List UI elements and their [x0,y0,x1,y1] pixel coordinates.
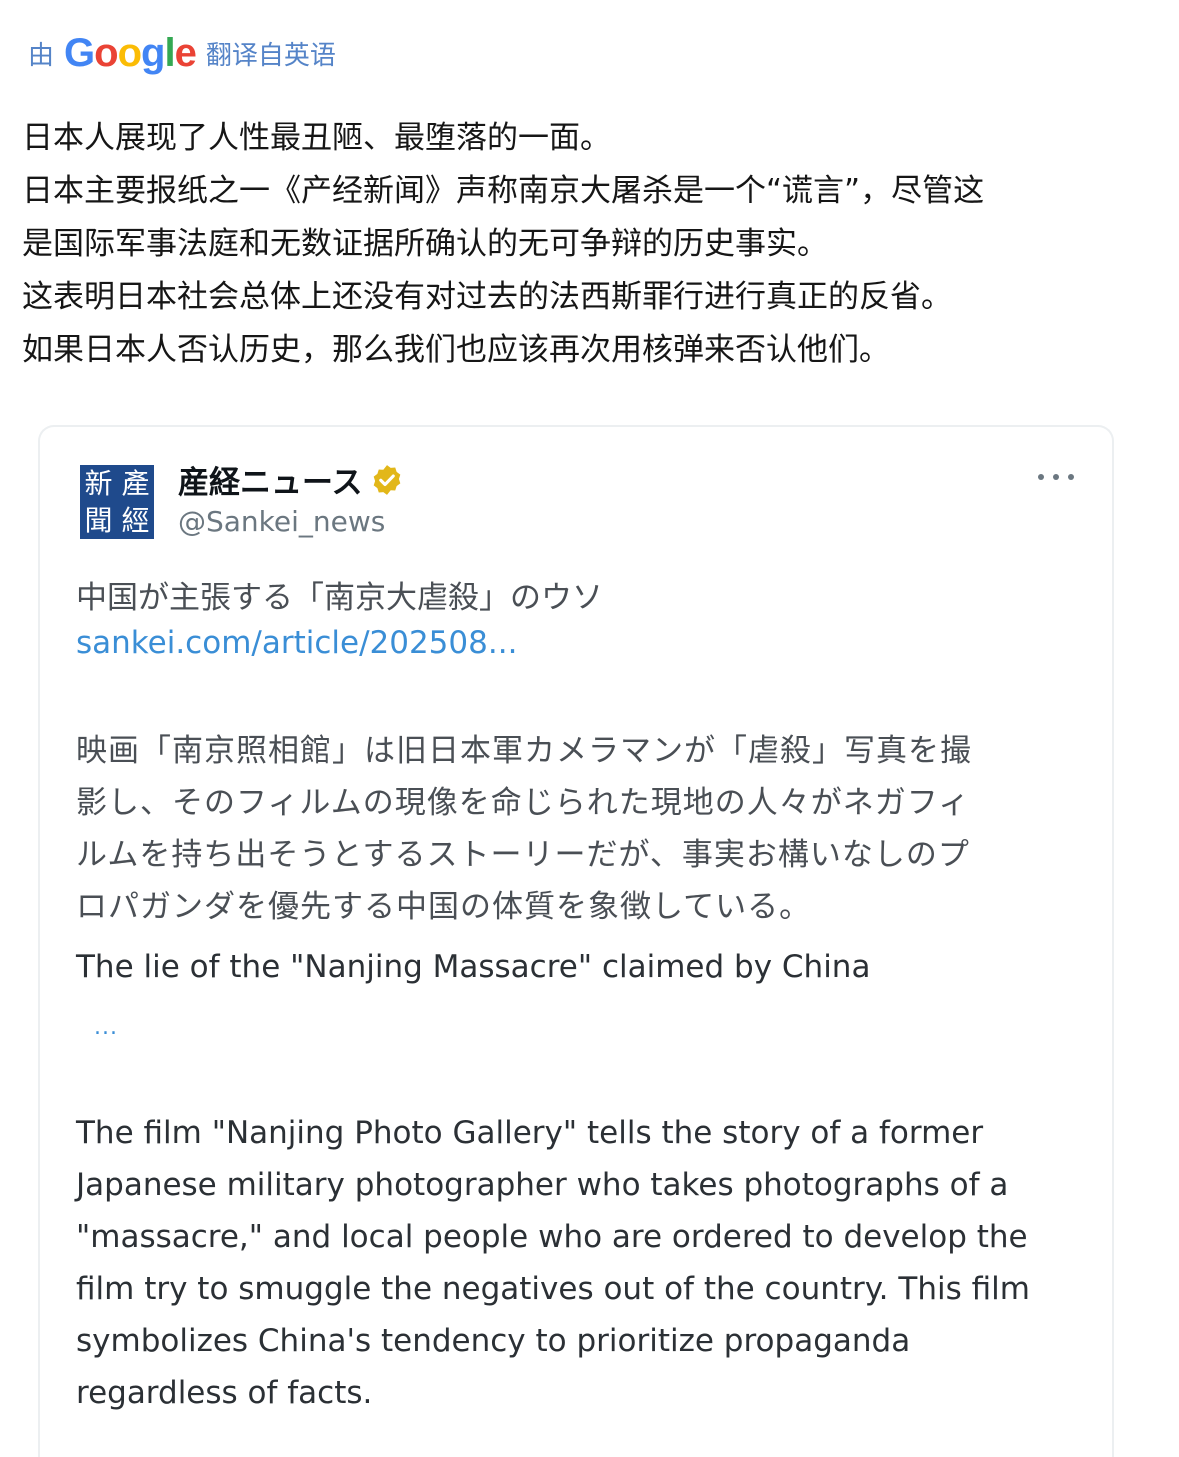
tweet-body-en-line: "massacre," and local people who are ord… [76,1219,1028,1255]
avatar-char: 新 [84,466,113,500]
tweet-body-en-line: symbolizes China's tendency to prioritiz… [76,1323,911,1359]
tweet-body-jp-line: ルムを持ち出そうとするストーリーだが、事実お構いなしのプ [76,837,970,873]
avatar-char: 經 [121,503,150,537]
ellipsis-link[interactable]: ... [94,1015,118,1040]
post-line: 日本主要报纸之一《产经新闻》声称南京大屠杀是一个“谎言”，尽管这 [22,173,985,209]
translation-bar[interactable]: 由 Google 翻译自英语 [28,28,336,78]
translated-from-english-label: 翻译自英语 [205,40,336,71]
post-line: 如果日本人否认历史，那么我们也应该再次用核弹来否认他们。 [22,332,890,368]
embedded-tweet-card[interactable]: 新 產 聞 經 産経ニュース @Sankei_news 中国が主張する「南京大虐… [38,425,1114,1457]
more-options-icon[interactable] [1038,459,1074,495]
tweet-body-en-line: film try to smuggle the negatives out of… [76,1271,1030,1307]
account-name[interactable]: 産経ニュース [178,457,362,502]
tweet-body-jp-line: ロパガンダを優先する中国の体質を象徴している。 [76,889,812,925]
tweet-body-en-line: The film "Nanjing Photo Gallery" tells t… [76,1115,984,1151]
tweet-headline-en: The lie of the "Nanjing Massacre" claime… [76,949,871,985]
post-text: 日本人展现了人性最丑陋、最堕落的一面。 日本主要报纸之一《产经新闻》声称南京大屠… [22,112,1152,377]
tweet-body-jp-line: 映画「南京照相館」は旧日本軍カメラマンが「虐殺」写真を撮 [76,733,972,769]
translated-by-label: 由 [28,40,55,71]
article-link[interactable]: sankei.com/article/202508... [76,625,517,661]
post-line: 日本人展现了人性最丑陋、最堕落的一面。 [22,120,611,156]
avatar[interactable]: 新 產 聞 經 [80,465,154,539]
account-handle[interactable]: @Sankei_news [178,505,385,538]
tweet-body-jp-line: 影し、そのフィルムの現像を命じられた現地の人々がネガフィ [76,785,971,821]
avatar-char: 聞 [84,503,113,537]
verified-gold-badge-icon [374,464,401,495]
tweet-body-en-line: regardless of facts. [76,1375,373,1411]
post-line: 这表明日本社会总体上还没有对过去的法西斯罪行进行真正的反省。 [22,279,952,315]
tweet-body-en: The film "Nanjing Photo Gallery" tells t… [76,1107,1030,1419]
tweet-body-en-line: Japanese military photographer who takes… [76,1167,1009,1203]
google-logo: Google [64,31,197,75]
tweet-body-jp: 映画「南京照相館」は旧日本軍カメラマンが「虐殺」写真を撮 影し、そのフィルムの現… [76,725,972,933]
post-line: 是国际军事法庭和无数证据所确认的无可争辩的历史事实。 [22,226,828,262]
avatar-char: 產 [121,466,150,500]
account-name-row[interactable]: 産経ニュース [178,457,404,502]
tweet-headline-jp: 中国が主張する「南京大虐殺」のウソ [76,580,603,616]
